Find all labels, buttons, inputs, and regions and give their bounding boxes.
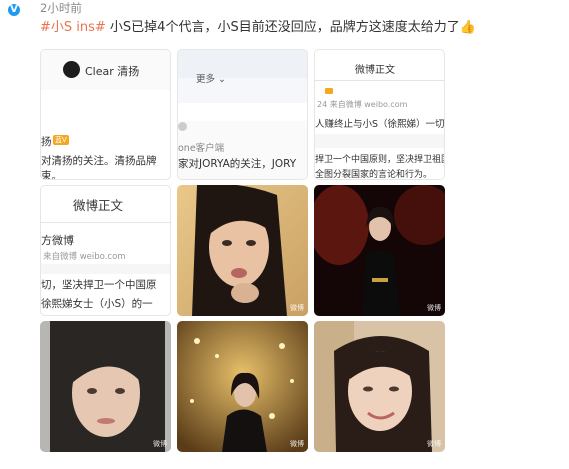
screenshot-text: 全图分裂国家的言论和行为。 bbox=[315, 170, 433, 180]
screenshot-text: 切，坚决捍卫一个中国原 bbox=[41, 279, 157, 291]
post-text: #小S ins# 小S已掉4个代言，小S目前还没回应，品牌方这速度太给力了👍 bbox=[40, 16, 476, 35]
post-time[interactable]: 2小时前 bbox=[40, 0, 82, 16]
screenshot-title: 微博正文 bbox=[355, 65, 395, 76]
topic-tag-link[interactable]: #小S ins# bbox=[40, 20, 106, 35]
watermark: 微博 bbox=[427, 440, 441, 448]
image-thumb-5[interactable]: 微博 bbox=[177, 185, 308, 316]
screenshot-text: 家对JORYA的关注，JORY bbox=[178, 158, 297, 170]
screenshot-text: 人赚终止与小S（徐熙娣）一切 bbox=[315, 119, 445, 130]
clear-logo-icon bbox=[63, 61, 80, 78]
screenshot-text: 徐熙娣女士（小S）的一 bbox=[41, 298, 153, 310]
image-thumb-8[interactable]: 微博 bbox=[177, 321, 308, 452]
image-thumb-2[interactable]: 更多 ⌄ one客户端 家对JORYA的关注，JORY bbox=[177, 49, 308, 180]
watermark: 微博 bbox=[290, 304, 304, 312]
screenshot-title: 微博正文 bbox=[73, 198, 124, 213]
avatar bbox=[178, 122, 187, 131]
badge: 蓝V bbox=[53, 135, 69, 145]
post-body: 小S已掉4个代言，小S目前还没回应，品牌方这速度太给力了 bbox=[105, 20, 460, 35]
screenshot-text: 捍卫一个中国原则，坚决捍卫祖国 bbox=[315, 155, 445, 165]
watermark: 微博 bbox=[290, 440, 304, 448]
screenshot-text: one客户端 bbox=[178, 143, 225, 154]
image-thumb-4[interactable]: 微博正文 方微博 来自微博 weibo.com 切，坚决捍卫一个中国原 徐熙娣女… bbox=[40, 185, 171, 316]
image-thumb-3[interactable]: 微博正文 24 来自微博 weibo.com 人赚终止与小S（徐熙娣）一切 捍卫… bbox=[314, 49, 445, 180]
watermark: 微博 bbox=[153, 440, 167, 448]
image-thumb-6[interactable]: 微博 bbox=[314, 185, 445, 316]
weibo-post: V 2小时前 #小S ins# 小S已掉4个代言，小S目前还没回应，品牌方这速度… bbox=[0, 0, 569, 469]
image-thumb-9[interactable]: 微博 bbox=[314, 321, 445, 452]
verified-v-icon: V bbox=[6, 2, 22, 18]
image-thumb-7[interactable]: 微博 bbox=[40, 321, 171, 452]
image-grid: Clear 清扬 扬 蓝V 对清扬的关注。清扬品牌 束。 更多 ⌄ one客户端… bbox=[40, 49, 445, 452]
chevron-down-icon: ⌄ bbox=[218, 74, 227, 85]
thumbs-up-icon: 👍 bbox=[459, 20, 476, 35]
crown-icon bbox=[325, 88, 333, 94]
brand-name: Clear 清扬 bbox=[85, 65, 140, 78]
screenshot-text: 对清扬的关注。清扬品牌 bbox=[41, 155, 157, 167]
image-thumb-1[interactable]: Clear 清扬 扬 蓝V 对清扬的关注。清扬品牌 束。 bbox=[40, 49, 171, 180]
watermark: 微博 bbox=[427, 304, 441, 312]
screenshot-meta: 24 来自微博 weibo.com bbox=[317, 100, 408, 109]
more-label: 更多 ⌄ bbox=[196, 74, 227, 85]
screenshot-text: 方微博 bbox=[41, 234, 74, 247]
screenshot-text: 扬 bbox=[41, 136, 52, 148]
screenshot-meta: 来自微博 weibo.com bbox=[43, 252, 126, 262]
screenshot-text: 束。 bbox=[41, 170, 62, 180]
